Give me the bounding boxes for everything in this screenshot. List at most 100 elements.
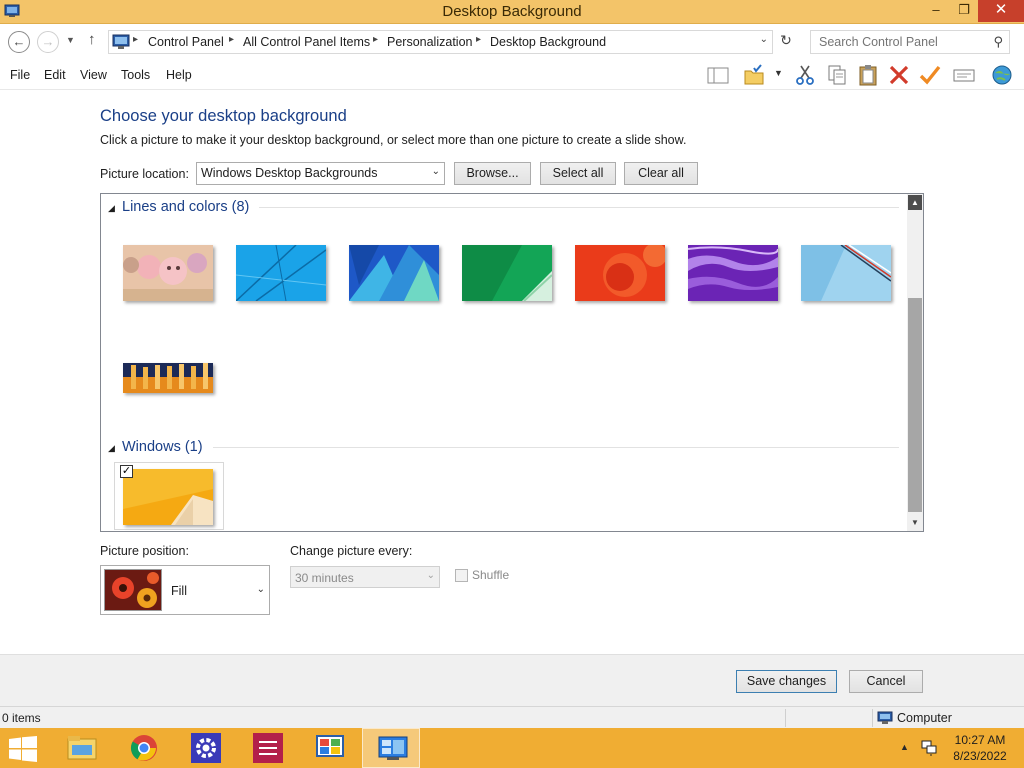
desktop-background-icon xyxy=(378,736,408,760)
browse-button[interactable]: Browse... xyxy=(454,162,531,185)
wallpaper-thumbnail[interactable] xyxy=(123,363,213,393)
cut-icon[interactable] xyxy=(794,64,816,86)
menu-file[interactable]: File xyxy=(10,68,30,82)
page-title: Choose your desktop background xyxy=(100,107,347,125)
group-divider xyxy=(213,447,899,448)
picture-gallery[interactable]: ◢ Lines and colors (8) ◢ Windows (1) ✓ ▲… xyxy=(100,193,924,532)
change-picture-label: Change picture every: xyxy=(290,544,413,558)
breadcrumb-all-control-panel-items[interactable]: All Control Panel Items xyxy=(243,35,370,49)
save-changes-button[interactable]: Save changes xyxy=(736,670,837,693)
picture-location-select[interactable]: Windows Desktop Backgrounds ⌄ xyxy=(196,162,445,185)
wallpaper-thumbnail[interactable] xyxy=(575,245,665,301)
recent-locations-chevron-icon[interactable]: ▼ xyxy=(66,35,75,45)
wallpaper-thumbnail[interactable] xyxy=(236,245,326,301)
status-divider xyxy=(872,709,873,727)
taskbar: ▲ 10:27 AM 8/23/2022 xyxy=(0,728,1024,768)
menu-view[interactable]: View xyxy=(80,68,107,82)
select-all-button[interactable]: Select all xyxy=(540,162,616,185)
taskbar-tasks-app[interactable] xyxy=(238,728,296,768)
scroll-down-arrow-icon[interactable]: ▼ xyxy=(908,515,922,530)
scroll-thumb[interactable] xyxy=(908,298,922,512)
refresh-icon[interactable]: ↻ xyxy=(776,32,796,52)
properties-icon[interactable] xyxy=(953,64,975,86)
tasks-app-icon xyxy=(253,733,283,763)
wallpaper-thumbnail[interactable] xyxy=(462,245,552,301)
main-content: Choose your desktop background Click a p… xyxy=(0,91,1024,654)
breadcrumb-personalization[interactable]: Personalization xyxy=(387,35,472,49)
wallpaper-thumbnail[interactable] xyxy=(688,245,778,301)
breadcrumb-separator-icon: ▸ xyxy=(476,34,482,45)
layout-pane-icon[interactable] xyxy=(707,64,729,86)
window-title: Desktop Background xyxy=(442,3,582,20)
network-icon[interactable] xyxy=(920,740,938,756)
search-input[interactable] xyxy=(811,31,981,53)
change-picture-interval-select[interactable]: 30 minutes ⌄ xyxy=(290,566,440,588)
wallpaper-thumbnail[interactable] xyxy=(123,245,213,301)
cancel-button[interactable]: Cancel xyxy=(849,670,923,693)
up-arrow-icon[interactable]: ↑ xyxy=(88,31,96,48)
breadcrumb[interactable]: ▸ Control Panel ▸ All Control Panel Item… xyxy=(108,30,773,54)
maximize-button[interactable]: ❐ xyxy=(950,0,978,22)
menu-bar: File Edit View Tools Help ▼ xyxy=(0,60,1024,90)
picture-position-select[interactable]: Fill ⌄ xyxy=(100,565,270,615)
wallpaper-thumbnail[interactable] xyxy=(801,245,891,301)
position-preview-image xyxy=(104,569,162,611)
taskbar-control-panel[interactable] xyxy=(300,728,358,768)
forward-button[interactable]: → xyxy=(37,31,59,53)
chevron-down-icon: ⌄ xyxy=(426,570,435,581)
control-panel-icon xyxy=(112,34,130,49)
collapse-triangle-icon[interactable]: ◢ xyxy=(108,203,115,214)
arrow-right-icon: → xyxy=(41,34,55,49)
vertical-scrollbar[interactable]: ▲ ▼ xyxy=(907,194,923,531)
clock-date[interactable]: 8/23/2022 xyxy=(948,749,1012,763)
shuffle-checkbox[interactable] xyxy=(455,569,468,582)
item-count: 0 items xyxy=(2,711,41,725)
folder-check-icon[interactable] xyxy=(743,64,765,86)
wallpaper-thumbnail-selected[interactable] xyxy=(123,469,213,525)
show-hidden-icons-icon[interactable]: ▲ xyxy=(900,742,909,752)
breadcrumb-desktop-background[interactable]: Desktop Background xyxy=(490,35,606,49)
dialog-footer: Save changes Cancel xyxy=(0,654,1024,706)
clock-time[interactable]: 10:27 AM xyxy=(948,733,1012,747)
computer-icon xyxy=(877,711,893,724)
chevron-down-icon: ⌄ xyxy=(256,584,265,595)
back-button[interactable]: ← xyxy=(8,31,30,53)
breadcrumb-separator-icon: ▸ xyxy=(229,34,235,45)
copy-icon[interactable] xyxy=(826,64,848,86)
clear-all-button[interactable]: Clear all xyxy=(624,162,698,185)
taskbar-file-explorer[interactable] xyxy=(52,728,110,768)
taskbar-settings[interactable] xyxy=(176,728,234,768)
menu-tools[interactable]: Tools xyxy=(121,68,150,82)
chevron-down-icon[interactable]: ▼ xyxy=(774,68,796,90)
picture-location-label: Picture location: xyxy=(100,167,189,181)
taskbar-chrome[interactable] xyxy=(114,728,172,768)
close-button[interactable]: ✕ xyxy=(978,0,1024,22)
paste-icon[interactable] xyxy=(857,64,879,86)
breadcrumb-control-panel[interactable]: Control Panel xyxy=(148,35,224,49)
arrow-left-icon: ← xyxy=(12,34,26,49)
checkmark-icon[interactable] xyxy=(919,64,941,86)
control-panel-icon xyxy=(316,735,344,757)
group-label: Windows (1) xyxy=(122,439,203,455)
scroll-up-arrow-icon[interactable]: ▲ xyxy=(908,195,922,210)
delete-icon[interactable] xyxy=(888,64,910,86)
page-description: Click a picture to make it your desktop … xyxy=(100,133,687,147)
windows-start-icon[interactable] xyxy=(9,736,37,762)
group-divider xyxy=(259,207,899,208)
menu-help[interactable]: Help xyxy=(166,68,192,82)
status-divider xyxy=(785,709,786,727)
picture-location-value: Windows Desktop Backgrounds xyxy=(201,166,378,180)
wallpaper-thumbnail[interactable] xyxy=(349,245,439,301)
minimize-button[interactable]: – xyxy=(922,0,950,22)
breadcrumb-separator-icon: ▸ xyxy=(373,34,379,45)
status-location: Computer xyxy=(897,711,952,725)
menu-edit[interactable]: Edit xyxy=(44,68,66,82)
checkbox-checked-icon[interactable]: ✓ xyxy=(120,465,133,478)
collapse-triangle-icon[interactable]: ◢ xyxy=(108,443,115,454)
search-box[interactable]: ⚲ xyxy=(810,30,1010,54)
globe-icon[interactable] xyxy=(991,64,1013,86)
shuffle-label: Shuffle xyxy=(472,568,510,582)
search-icon[interactable]: ⚲ xyxy=(993,34,1003,50)
taskbar-desktop-background[interactable] xyxy=(362,728,420,768)
chevron-down-icon[interactable]: ⌄ xyxy=(760,34,768,45)
